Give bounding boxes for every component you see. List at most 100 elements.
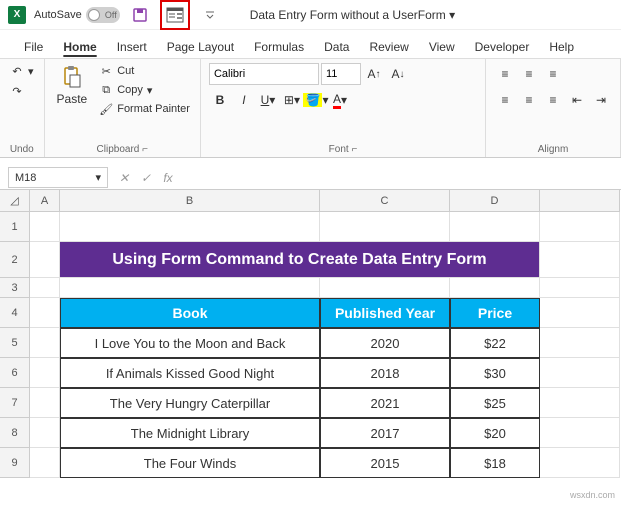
paste-button[interactable]: Paste [53, 63, 92, 142]
col-header-c[interactable]: C [320, 190, 450, 212]
table-cell[interactable]: The Four Winds [60, 448, 320, 478]
tab-data[interactable]: Data [314, 36, 359, 58]
tab-insert[interactable]: Insert [107, 36, 157, 58]
decrease-font-button[interactable]: A↓ [387, 63, 409, 85]
undo-group: ↶▾ ↷ Undo [0, 59, 45, 157]
italic-button[interactable]: I [233, 89, 255, 111]
ribbon: ↶▾ ↷ Undo Paste ✂Cut ⧉Copy ▾ 🖌Format Pai… [0, 58, 621, 158]
table-cell[interactable]: 2021 [320, 388, 450, 418]
tab-view[interactable]: View [419, 36, 465, 58]
name-box[interactable]: M18 ▾ [8, 167, 108, 188]
form-button[interactable] [163, 3, 187, 27]
cancel-formula-button[interactable]: ✕ [114, 168, 134, 188]
alignment-group-label: Alignm [494, 144, 612, 155]
col-header-blank[interactable] [540, 190, 620, 212]
menu-tabs: File Home Insert Page Layout Formulas Da… [0, 30, 621, 58]
table-cell[interactable]: 2015 [320, 448, 450, 478]
form-command-highlight [160, 0, 190, 30]
table-cell[interactable]: 2018 [320, 358, 450, 388]
table-cell[interactable]: $30 [450, 358, 540, 388]
document-title[interactable]: Data Entry Form without a UserForm ▾ [250, 8, 455, 22]
table-cell[interactable]: $18 [450, 448, 540, 478]
autosave-control[interactable]: AutoSave Off [34, 7, 120, 23]
row-header[interactable]: 9 [0, 448, 30, 478]
row-header[interactable]: 4 [0, 298, 30, 328]
cell[interactable] [60, 212, 320, 242]
save-button[interactable] [128, 3, 152, 27]
underline-button[interactable]: U▾ [257, 89, 279, 111]
watermark: wsxdn.com [570, 490, 615, 500]
table-cell[interactable]: $25 [450, 388, 540, 418]
row-header[interactable]: 5 [0, 328, 30, 358]
sheet-title[interactable]: Using Form Command to Create Data Entry … [60, 242, 540, 278]
cell[interactable] [450, 212, 540, 242]
font-name-select[interactable] [209, 63, 319, 85]
chevron-down-icon: ▾ [95, 171, 101, 184]
tab-help[interactable]: Help [539, 36, 584, 58]
align-middle-button[interactable]: ≡ [518, 63, 540, 85]
qat-customize-button[interactable] [198, 3, 222, 27]
border-button[interactable]: ⊞▾ [281, 89, 303, 111]
tab-home[interactable]: Home [53, 36, 106, 58]
fx-button[interactable]: fx [158, 168, 178, 188]
increase-indent-button[interactable]: ⇥ [590, 89, 612, 111]
row-header[interactable]: 2 [0, 242, 30, 278]
undo-button[interactable]: ↶▾ [8, 63, 36, 79]
table-cell[interactable]: $22 [450, 328, 540, 358]
font-color-button[interactable]: A▾ [329, 89, 351, 111]
align-top-button[interactable]: ≡ [494, 63, 516, 85]
increase-font-button[interactable]: A↑ [363, 63, 385, 85]
cut-button[interactable]: ✂Cut [97, 63, 192, 79]
table-cell[interactable]: 2017 [320, 418, 450, 448]
col-header-d[interactable]: D [450, 190, 540, 212]
row-header[interactable]: 3 [0, 278, 30, 298]
font-size-select[interactable] [321, 63, 361, 85]
copy-button[interactable]: ⧉Copy ▾ [97, 82, 192, 98]
row-header[interactable]: 7 [0, 388, 30, 418]
col-header-a[interactable]: A [30, 190, 60, 212]
tab-developer[interactable]: Developer [465, 36, 540, 58]
enter-formula-button[interactable]: ✓ [136, 168, 156, 188]
fill-color-button[interactable]: 🪣▾ [305, 89, 327, 111]
redo-button[interactable]: ↷ [8, 83, 36, 99]
autosave-label: AutoSave [34, 9, 82, 21]
excel-logo: X [8, 6, 26, 24]
col-header-b[interactable]: B [60, 190, 320, 212]
formula-input[interactable] [184, 166, 621, 189]
cell[interactable] [30, 212, 60, 242]
decrease-indent-button[interactable]: ⇤ [566, 89, 588, 111]
table-cell[interactable]: I Love You to the Moon and Back [60, 328, 320, 358]
align-bottom-button[interactable]: ≡ [542, 63, 564, 85]
row-header[interactable]: 8 [0, 418, 30, 448]
table-cell[interactable]: $20 [450, 418, 540, 448]
tab-page-layout[interactable]: Page Layout [157, 36, 244, 58]
table-cell[interactable]: The Very Hungry Caterpillar [60, 388, 320, 418]
tab-formulas[interactable]: Formulas [244, 36, 314, 58]
undo-group-label: Undo [8, 144, 36, 155]
row-header[interactable]: 6 [0, 358, 30, 388]
cell[interactable] [320, 212, 450, 242]
align-right-button[interactable]: ≡ [542, 89, 564, 111]
align-center-button[interactable]: ≡ [518, 89, 540, 111]
autosave-toggle[interactable]: Off [86, 7, 120, 23]
cell[interactable] [540, 242, 620, 278]
table-cell[interactable]: 2020 [320, 328, 450, 358]
tab-file[interactable]: File [14, 36, 53, 58]
cell[interactable] [540, 212, 620, 242]
table-header-book[interactable]: Book [60, 298, 320, 328]
tab-review[interactable]: Review [359, 36, 418, 58]
clipboard-group: Paste ✂Cut ⧉Copy ▾ 🖌Format Painter Clipb… [45, 59, 201, 157]
table-cell[interactable]: The Midnight Library [60, 418, 320, 448]
bold-button[interactable]: B [209, 89, 231, 111]
table-cell[interactable]: If Animals Kissed Good Night [60, 358, 320, 388]
font-group-label: Font ⌐ [209, 144, 477, 155]
select-all-corner[interactable]: ◿ [0, 190, 30, 212]
cell[interactable] [30, 242, 60, 278]
format-painter-button[interactable]: 🖌Format Painter [97, 101, 192, 117]
spreadsheet[interactable]: ◿ A B C D 1 2 Using Form Command to Crea… [0, 190, 621, 478]
table-header-price[interactable]: Price [450, 298, 540, 328]
formula-bar: M18 ▾ ✕ ✓ fx [0, 166, 621, 190]
row-header[interactable]: 1 [0, 212, 30, 242]
table-header-year[interactable]: Published Year [320, 298, 450, 328]
align-left-button[interactable]: ≡ [494, 89, 516, 111]
